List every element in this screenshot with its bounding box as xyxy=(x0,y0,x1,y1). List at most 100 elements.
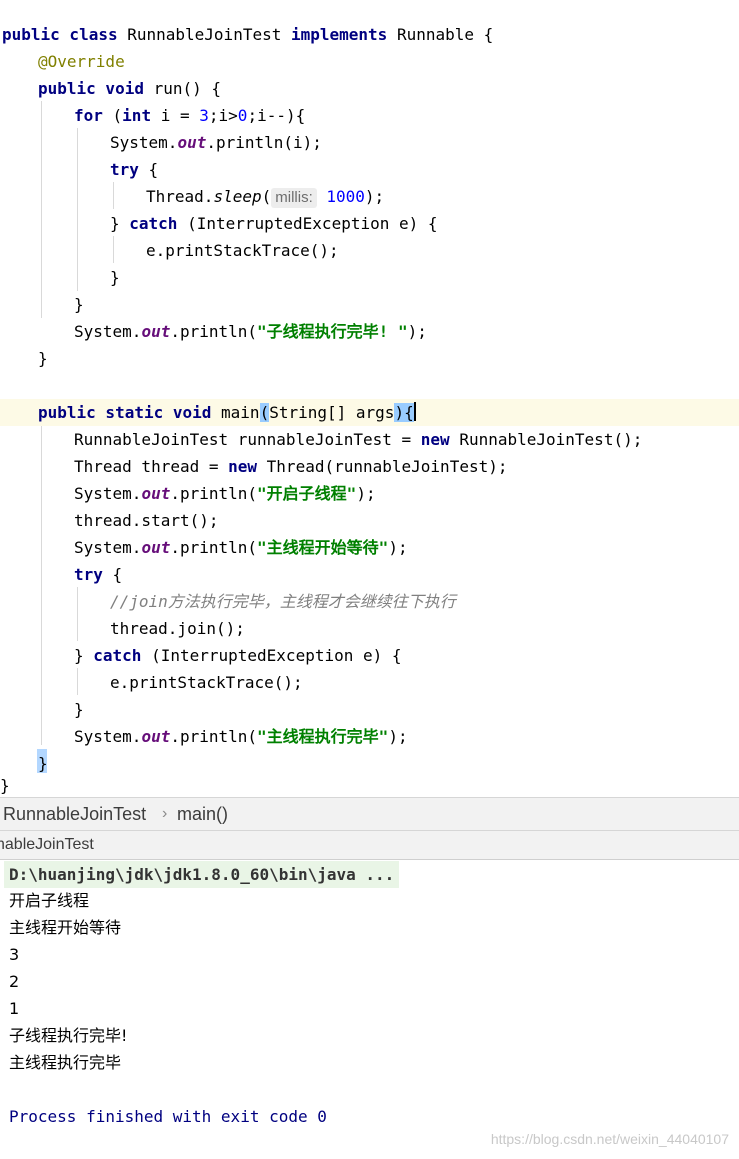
code-text: e.printStackTrace(); xyxy=(146,241,339,260)
code-comment: //join方法执行完毕，主线程才会继续往下执行 xyxy=(110,592,456,611)
code-text: ); xyxy=(388,538,408,557)
code-text: System. xyxy=(74,727,142,746)
code-line[interactable]: Thread.sleep(millis: 1000); xyxy=(0,183,739,210)
code-line[interactable]: try { xyxy=(0,561,739,588)
code-text: ;i> xyxy=(208,106,238,125)
code-text: { xyxy=(138,160,159,179)
brace-match: { xyxy=(404,403,414,422)
code-text: System. xyxy=(74,538,142,557)
code-line[interactable]: System.out.println(i); xyxy=(0,129,739,156)
keyword: new xyxy=(420,430,450,449)
code-line[interactable]: } catch (InterruptedException e) { xyxy=(0,642,739,669)
code-text: (InterruptedException e) { xyxy=(177,214,438,233)
code-text: } xyxy=(0,776,10,795)
keyword: catch xyxy=(129,214,178,233)
console-output[interactable]: D:\huanjing\jdk\jdk1.8.0_60\bin\java ...… xyxy=(0,860,739,1159)
code-line[interactable]: } xyxy=(0,345,739,372)
code-line[interactable]: thread.start(); xyxy=(0,507,739,534)
console-command: D:\huanjing\jdk\jdk1.8.0_60\bin\java ... xyxy=(4,861,400,888)
parameter-hint: millis: xyxy=(271,188,317,208)
console-line: 主线程执行完毕 xyxy=(9,1053,122,1072)
text-caret xyxy=(413,402,416,421)
code-text: .println(i); xyxy=(206,133,322,152)
code-text: ( xyxy=(261,187,272,206)
static-field: out xyxy=(177,133,207,152)
code-line[interactable]: System.out.println("子线程执行完毕! "); xyxy=(0,318,739,345)
static-field: out xyxy=(141,484,171,503)
code-text: System. xyxy=(74,484,142,503)
string-literal: "主线程开始等待" xyxy=(257,538,389,557)
code-text: Runnable { xyxy=(387,25,494,44)
breadcrumb-class[interactable]: RunnableJoinTest xyxy=(3,798,146,830)
code-text: { xyxy=(102,565,123,584)
console-line: 2 xyxy=(9,972,20,991)
code-line[interactable]: System.out.println("主线程执行完毕"); xyxy=(0,723,739,750)
code-line[interactable]: thread.join(); xyxy=(0,615,739,642)
breadcrumb: RunnableJoinTest › main() xyxy=(0,797,739,831)
code-line[interactable]: } xyxy=(0,264,739,291)
code-text: Thread. xyxy=(146,187,214,206)
console-exit-message: Process finished with exit code 0 xyxy=(9,1107,327,1126)
keyword: new xyxy=(228,457,258,476)
keyword: try xyxy=(110,160,139,179)
code-text: System. xyxy=(74,322,142,341)
code-text: ( xyxy=(102,106,123,125)
keyword: int xyxy=(122,106,152,125)
current-code-line[interactable]: public static void main(String[] args){ xyxy=(0,399,739,426)
code-line[interactable]: //join方法执行完毕，主线程才会继续往下执行 xyxy=(0,588,739,615)
code-line[interactable]: } xyxy=(0,750,739,777)
code-line[interactable]: for (int i = 3;i>0;i--){ xyxy=(0,102,739,129)
keyword: public static void xyxy=(38,403,212,422)
string-literal: "主线程执行完毕" xyxy=(257,727,389,746)
code-text: RunnableJoinTest(); xyxy=(449,430,643,449)
breadcrumb-method[interactable]: main() xyxy=(177,798,228,830)
code-text: thread.join(); xyxy=(110,619,245,638)
keyword: for xyxy=(74,106,103,125)
number-literal: 1000 xyxy=(316,187,365,206)
code-text: i = xyxy=(151,106,200,125)
code-line[interactable]: RunnableJoinTest runnableJoinTest = new … xyxy=(0,426,739,453)
keyword: try xyxy=(74,565,103,584)
code-text: } xyxy=(38,349,48,368)
code-line[interactable]: } catch (InterruptedException e) { xyxy=(0,210,739,237)
code-line[interactable]: try { xyxy=(0,156,739,183)
code-line[interactable]: public void run() { xyxy=(0,75,739,102)
code-text: thread.start(); xyxy=(74,511,219,530)
console-line: 1 xyxy=(9,999,20,1018)
code-text: String[] args xyxy=(269,403,395,422)
run-tab[interactable]: nableJoinTest xyxy=(0,831,94,859)
code-text: main xyxy=(211,403,260,422)
code-line[interactable]: } xyxy=(0,775,739,797)
code-line[interactable]: } xyxy=(0,291,739,318)
code-text: .println( xyxy=(170,322,258,341)
code-text: ); xyxy=(356,484,376,503)
code-text: e.printStackTrace(); xyxy=(110,673,303,692)
number-literal: 3 xyxy=(199,106,209,125)
code-line[interactable]: System.out.println("主线程开始等待"); xyxy=(0,534,739,561)
keyword: public void xyxy=(38,79,144,98)
string-literal: "开启子线程" xyxy=(257,484,357,503)
console-line: 3 xyxy=(9,945,20,964)
code-line[interactable]: e.printStackTrace(); xyxy=(0,669,739,696)
code-line[interactable]: e.printStackTrace(); xyxy=(0,237,739,264)
code-text: } xyxy=(110,268,120,287)
code-editor[interactable]: public class RunnableJoinTest implements… xyxy=(0,0,739,797)
static-field: out xyxy=(141,322,171,341)
watermark: https://blog.csdn.net/weixin_44040107 xyxy=(490,1131,729,1147)
console-line: 子线程执行完毕! xyxy=(9,1026,128,1045)
code-text: ;i--){ xyxy=(247,106,306,125)
code-line[interactable]: System.out.println("开启子线程"); xyxy=(0,480,739,507)
keyword: public class xyxy=(2,25,118,44)
static-field: out xyxy=(141,727,171,746)
code-line[interactable]: Thread thread = new Thread(runnableJoinT… xyxy=(0,453,739,480)
code-line[interactable]: @Override xyxy=(0,48,739,75)
code-text: ); xyxy=(388,727,408,746)
paren-match: ) xyxy=(394,403,405,422)
code-line[interactable]: public class RunnableJoinTest implements… xyxy=(2,21,739,48)
string-literal: "子线程执行完毕! " xyxy=(257,322,408,341)
static-field: out xyxy=(141,538,171,557)
keyword: implements xyxy=(290,25,388,44)
code-text: } xyxy=(74,646,94,665)
code-text: } xyxy=(110,214,130,233)
code-line[interactable]: } xyxy=(0,696,739,723)
